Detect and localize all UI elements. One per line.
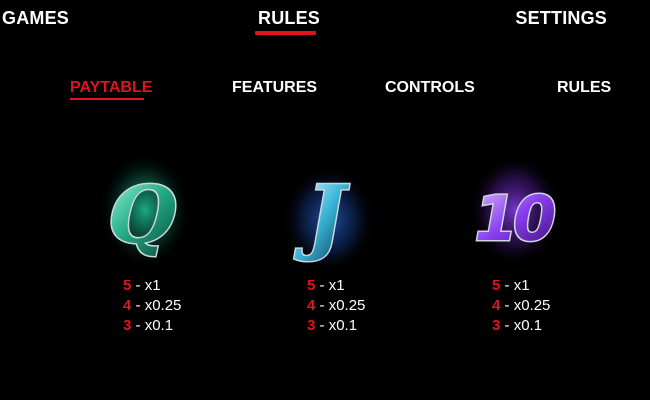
tab-games[interactable]: GAMES bbox=[2, 8, 69, 29]
payout-value: x0.1 bbox=[328, 317, 358, 334]
payout-separator: - bbox=[500, 277, 514, 294]
subtab-features[interactable]: FEATURES bbox=[232, 79, 317, 97]
payout-value: x0.1 bbox=[513, 317, 543, 334]
active-subtab-indicator bbox=[70, 98, 144, 100]
payout-separator: - bbox=[131, 277, 145, 294]
svg-text:10: 10 bbox=[467, 182, 560, 254]
payout-list-j: 5 - x1 4 - x0.25 3 - x0.1 bbox=[307, 276, 365, 336]
payout-separator: - bbox=[500, 297, 514, 314]
payout-row: 4 - x0.25 bbox=[123, 296, 181, 316]
tab-settings[interactable]: SETTINGS bbox=[515, 8, 607, 29]
payout-separator: - bbox=[315, 297, 329, 314]
tab-rules[interactable]: RULES bbox=[258, 8, 320, 29]
q-symbol-icon: Q bbox=[98, 150, 191, 270]
payout-value: x1 bbox=[144, 277, 161, 294]
payout-value: x0.1 bbox=[144, 317, 174, 334]
payout-value: x0.25 bbox=[328, 297, 366, 314]
payout-row: 5 - x1 bbox=[307, 276, 365, 296]
payout-row: 3 - x0.1 bbox=[492, 316, 550, 336]
payout-separator: - bbox=[315, 317, 329, 334]
subtab-rules[interactable]: RULES bbox=[557, 79, 611, 97]
payout-row: 4 - x0.25 bbox=[492, 296, 550, 316]
payout-row: 3 - x0.1 bbox=[307, 316, 365, 336]
subtab-controls[interactable]: CONTROLS bbox=[385, 79, 475, 97]
active-tab-indicator bbox=[255, 31, 316, 35]
payout-separator: - bbox=[131, 297, 145, 314]
payout-separator: - bbox=[500, 317, 514, 334]
payout-list-q: 5 - x1 4 - x0.25 3 - x0.1 bbox=[123, 276, 181, 336]
j-symbol-icon: J bbox=[283, 150, 375, 270]
payout-value: x0.25 bbox=[144, 297, 182, 314]
payout-row: 3 - x0.1 bbox=[123, 316, 181, 336]
payout-list-ten: 5 - x1 4 - x0.25 3 - x0.1 bbox=[492, 276, 550, 336]
payout-separator: - bbox=[131, 317, 145, 334]
payout-separator: - bbox=[315, 277, 329, 294]
payout-row: 5 - x1 bbox=[123, 276, 181, 296]
payout-row: 4 - x0.25 bbox=[307, 296, 365, 316]
payout-value: x0.25 bbox=[513, 297, 551, 314]
ten-symbol-icon: 10 bbox=[466, 150, 561, 270]
payout-row: 5 - x1 bbox=[492, 276, 550, 296]
payout-value: x1 bbox=[513, 277, 530, 294]
subtab-paytable[interactable]: PAYTABLE bbox=[70, 79, 152, 97]
payout-value: x1 bbox=[328, 277, 345, 294]
